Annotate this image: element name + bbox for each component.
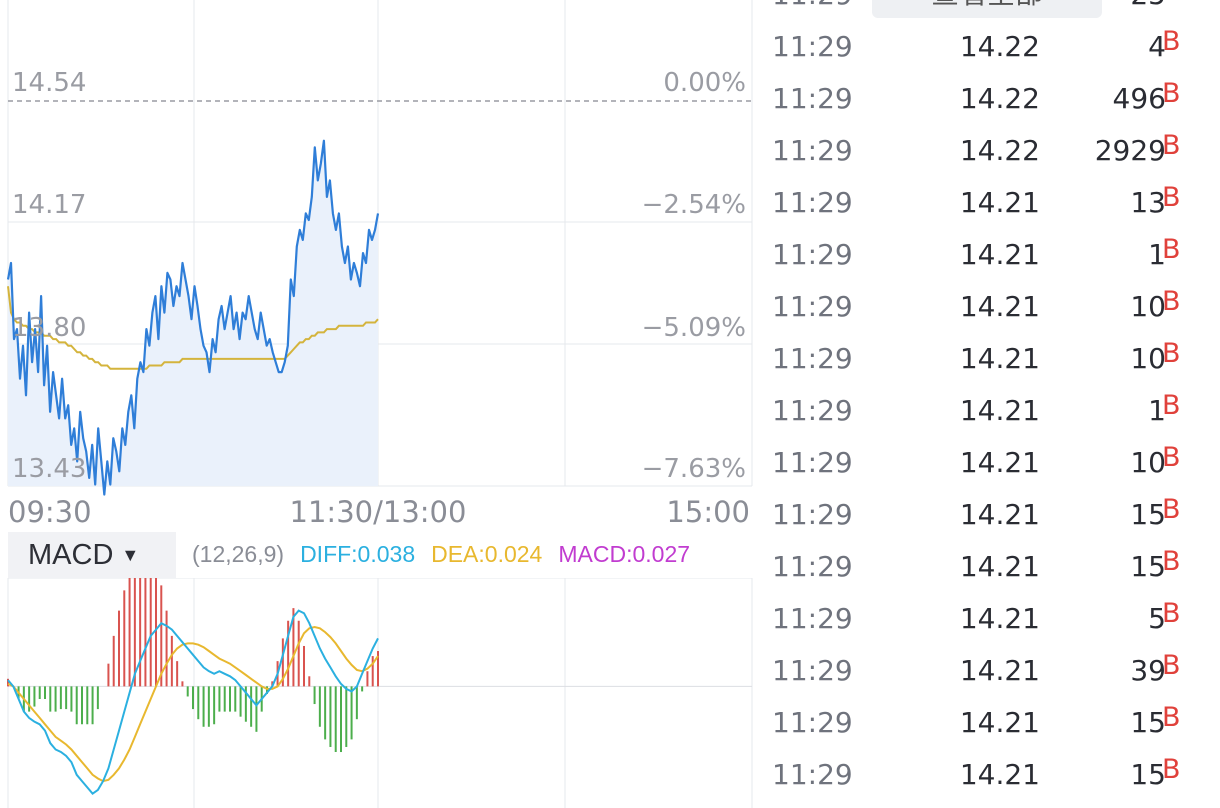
tick-time: 11:29: [772, 498, 853, 531]
tick-side: B: [1162, 650, 1181, 681]
tick-side: B: [1162, 286, 1181, 317]
tick-side: B: [1162, 442, 1181, 473]
tick-time: 11:29: [772, 550, 853, 583]
pct-label-1: −2.54%: [642, 190, 746, 220]
tick-row: 11:29 14.21 13 B: [772, 180, 1220, 232]
tick-price: 14.21: [959, 342, 1040, 375]
tick-time: 11:29: [772, 394, 853, 427]
tick-list[interactable]: 11:29 14.21 15 B 11:29 14.21 15 B 11:29 14.21 39 B 1…: [772, 0, 1220, 808]
tick-volume: 496: [1112, 82, 1166, 115]
tick-time: 11:29: [772, 602, 853, 635]
tick-row: 11:29 14.21 39 B: [772, 648, 1220, 700]
tick-row: 11:29 14.21 5 B: [772, 596, 1220, 648]
tick-side: B: [1162, 130, 1181, 161]
price-label-1: 14.17: [12, 190, 86, 220]
tick-side: B: [1162, 338, 1181, 369]
tick-price: 14.21: [959, 550, 1040, 583]
tick-price: 14.21: [959, 602, 1040, 635]
price-label-3: 13.43: [12, 454, 86, 484]
tick-side: B: [1162, 546, 1181, 577]
tick-time: 11:29: [772, 342, 853, 375]
pct-label-0: 0.00%: [663, 68, 746, 98]
tick-price: 14.21: [959, 238, 1040, 271]
tick-side: B: [1162, 598, 1181, 629]
tick-price: 14.21: [959, 758, 1040, 791]
tick-row: 11:29 14.21 15 B: [772, 544, 1220, 596]
macd-params: (12,26,9): [192, 541, 285, 567]
tick-time: 11:29: [772, 654, 853, 687]
tick-row: 11:29 14.22 2929 B: [772, 128, 1220, 180]
time-label-mid: 11:30/13:00: [290, 495, 467, 529]
tick-side: B: [1162, 754, 1181, 785]
tick-row: 11:29 14.21 10 B: [772, 336, 1220, 388]
tick-price: 14.21: [959, 186, 1040, 219]
tick-price: 14.21: [959, 706, 1040, 739]
tick-time: 11:29: [772, 134, 853, 167]
tick-side: B: [1162, 390, 1181, 421]
tick-price: 14.22: [959, 30, 1040, 63]
tick-side: B: [1162, 234, 1181, 265]
tick-row: 11:29 14.21 10 B: [772, 440, 1220, 492]
tick-price: 14.21: [959, 498, 1040, 531]
tick-volume: 15: [1130, 758, 1166, 791]
tick-time: 11:29: [772, 706, 853, 739]
tick-time: 11:29: [772, 0, 853, 11]
tick-row: 11:29 14.21 10 B: [772, 284, 1220, 336]
tick-time: 11:29: [772, 290, 853, 323]
tick-row: 11:29 14.21 1 B: [772, 388, 1220, 440]
tick-volume: 10: [1130, 446, 1166, 479]
tick-price: 14.21: [959, 654, 1040, 687]
pct-label-3: −7.63%: [642, 454, 746, 484]
indicator-selector[interactable]: MACD ▼: [8, 532, 176, 578]
tick-price: 14.21: [959, 446, 1040, 479]
tick-volume: 25: [1130, 0, 1166, 11]
tick-row: 11:29 14.22 496 B: [772, 76, 1220, 128]
tick-row: 11:29 14.21 15 B: [772, 752, 1220, 804]
tick-time: 11:29: [772, 758, 853, 791]
tick-time: 11:29: [772, 82, 853, 115]
tick-row: 11:29 14.22 4 B: [772, 24, 1220, 76]
tick-volume: 2929: [1094, 134, 1166, 167]
price-chart: 14.54 14.17 13.80 13.43 0.00% −2.54% −5.09% −7.…: [6, 0, 753, 529]
tick-price: 14.21: [959, 394, 1040, 427]
tick-volume: 15: [1130, 498, 1166, 531]
tick-side: B: [1162, 494, 1181, 525]
tick-volume: 15: [1130, 550, 1166, 583]
price-label-2: 13.80: [12, 313, 86, 343]
tick-time: 11:29: [772, 446, 853, 479]
tick-side: B: [1162, 78, 1181, 109]
chart-area: 14.54 14.17 13.80 13.43 0.00% −2.54% −5.09% −7.…: [0, 0, 760, 808]
tick-time: 11:29: [772, 30, 853, 63]
pct-label-2: −5.09%: [642, 313, 746, 343]
macd-chart: [7, 578, 753, 808]
macd-value: MACD:0.027: [558, 541, 691, 567]
price-label-0: 14.54: [12, 68, 86, 98]
time-label-open: 09:30: [8, 495, 92, 529]
tick-row: 11:29 14.21 15 B: [772, 700, 1220, 752]
tick-side: S: [1162, 0, 1179, 5]
tick-price: 14.21: [959, 290, 1040, 323]
diff-value: DIFF:0.038: [300, 541, 416, 567]
tick-side: B: [1162, 702, 1181, 733]
tick-price: 14.22: [959, 134, 1040, 167]
tick-row: 11:29 14.21 1 B: [772, 232, 1220, 284]
tick-volume: 15: [1130, 706, 1166, 739]
macd-legend: (12,26,9) DIFF:0.038 DEA:0.024 MACD:0.02…: [192, 541, 690, 568]
tick-time: 11:29: [772, 238, 853, 271]
tick-side: B: [1162, 182, 1181, 213]
tick-volume: 39: [1130, 654, 1166, 687]
tick-row: 11:29 14.21 15 B: [772, 492, 1220, 544]
dea-value: DEA:0.024: [431, 541, 543, 567]
tick-volume: 10: [1130, 290, 1166, 323]
tick-volume: 13: [1130, 186, 1166, 219]
tick-volume: 10: [1130, 342, 1166, 375]
view-all-button[interactable]: 查看全部: [872, 0, 1102, 18]
tick-price: 14.22: [959, 82, 1040, 115]
indicator-name: MACD: [28, 538, 114, 571]
caret-down-icon: ▼: [121, 544, 140, 565]
tick-side: B: [1162, 26, 1181, 57]
time-label-close: 15:00: [666, 495, 750, 529]
tick-time: 11:29: [772, 186, 853, 219]
